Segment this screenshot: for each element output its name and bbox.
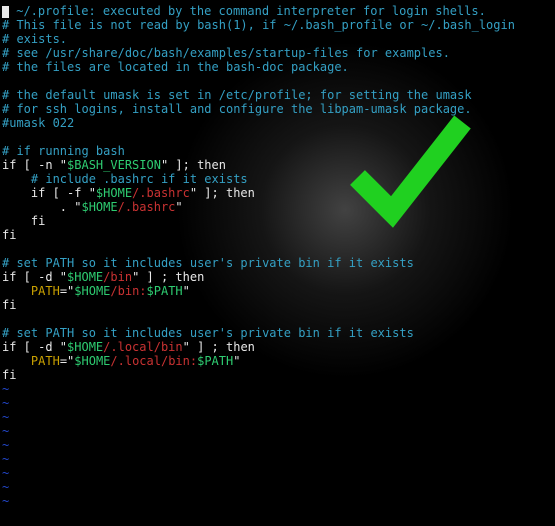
comment-text: # see /usr/share/doc/bash/examples/start… — [2, 46, 450, 60]
vim-tilde: ~ — [2, 410, 9, 424]
comment-text: # exists. — [2, 32, 67, 46]
code-token-str: /.bashrc — [132, 186, 190, 200]
editor-line: PATH="$HOME/.local/bin:$PATH" — [2, 354, 553, 368]
editor-line: ~ — [2, 480, 553, 494]
code-token-plain — [2, 284, 31, 298]
vim-tilde: ~ — [2, 466, 9, 480]
editor-line: ~ — [2, 382, 553, 396]
code-token-str: /bin: — [110, 284, 146, 298]
editor-line: ~ — [2, 396, 553, 410]
code-token-plain: =" — [60, 284, 74, 298]
comment-text: # This file is not read by bash(1), if ~… — [2, 18, 515, 32]
comment-text: #umask 022 — [2, 116, 74, 130]
editor-line: # exists. — [2, 32, 553, 46]
editor-line: ~ — [2, 410, 553, 424]
editor-line: # include .bashrc if it exists — [2, 172, 553, 186]
code-token-var: $HOME — [74, 284, 110, 298]
code-token-plain: if [ -d " — [2, 270, 67, 284]
code-token-plain: if [ -d " — [2, 340, 67, 354]
code-token-plain: " ]; then — [161, 158, 226, 172]
code-token-plain: . " — [2, 200, 81, 214]
code-token-plain: =" — [60, 354, 74, 368]
vim-tilde: ~ — [2, 452, 9, 466]
editor-line: ~/.profile: executed by the command inte… — [2, 4, 553, 18]
code-token-str: /bin — [103, 270, 132, 284]
editor-line: # set PATH so it includes user's private… — [2, 256, 553, 270]
editor-line: ~ — [2, 466, 553, 480]
code-token-var: $PATH — [197, 354, 233, 368]
vim-tilde: ~ — [2, 480, 9, 494]
editor-line: # see /usr/share/doc/bash/examples/start… — [2, 46, 553, 60]
text-cursor — [2, 6, 9, 18]
comment-text: # include .bashrc if it exists — [2, 172, 248, 186]
comment-text: # the files are located in the bash-doc … — [2, 60, 349, 74]
code-token-key: PATH — [31, 354, 60, 368]
editor-line: fi — [2, 228, 553, 242]
editor-line: # the files are located in the bash-doc … — [2, 60, 553, 74]
editor-line: if [ -d "$HOME/.local/bin" ] ; then — [2, 340, 553, 354]
code-token-plain: " — [175, 200, 182, 214]
editor-line: if [ -d "$HOME/bin" ] ; then — [2, 270, 553, 284]
editor-line — [2, 312, 553, 326]
code-token-plain: fi — [2, 228, 16, 242]
editor-line — [2, 74, 553, 88]
editor-line: fi — [2, 214, 553, 228]
code-token-var: $PATH — [147, 284, 183, 298]
code-token-plain: if [ -f " — [2, 186, 96, 200]
comment-text: # set PATH so it includes user's private… — [2, 256, 414, 270]
vim-tilde: ~ — [2, 424, 9, 438]
editor-line: if [ -f "$HOME/.bashrc" ]; then — [2, 186, 553, 200]
code-token-plain: " — [233, 354, 240, 368]
code-token-var: $HOME — [81, 200, 117, 214]
editor-line: ~ — [2, 452, 553, 466]
editor-line: # if running bash — [2, 144, 553, 158]
editor-line: ~ — [2, 424, 553, 438]
comment-text: # set PATH so it includes user's private… — [2, 326, 414, 340]
code-token-plain: fi — [2, 368, 16, 382]
editor-line — [2, 130, 553, 144]
vim-tilde: ~ — [2, 382, 9, 396]
code-token-plain: " — [183, 284, 190, 298]
comment-text: # the default umask is set in /etc/profi… — [2, 88, 472, 102]
code-token-str: /.bashrc — [118, 200, 176, 214]
editor-line: ~ — [2, 438, 553, 452]
code-token-plain: if [ -n " — [2, 158, 67, 172]
code-token-str: /.local/bin: — [110, 354, 197, 368]
code-token-plain: " ] ; then — [132, 270, 204, 284]
comment-text: # for ssh logins, install and configure … — [2, 102, 472, 116]
vim-tilde: ~ — [2, 396, 9, 410]
comment-text: ~/.profile: executed by the command inte… — [9, 4, 486, 18]
editor-line: #umask 022 — [2, 116, 553, 130]
editor-line: . "$HOME/.bashrc" — [2, 200, 553, 214]
code-token-var: $BASH_VERSION — [67, 158, 161, 172]
code-token-plain: fi — [2, 214, 45, 228]
code-token-str: /.local/bin — [103, 340, 182, 354]
code-token-var: $HOME — [74, 354, 110, 368]
vim-tilde: ~ — [2, 438, 9, 452]
comment-text: # if running bash — [2, 144, 125, 158]
terminal-editor[interactable]: ~/.profile: executed by the command inte… — [0, 0, 555, 512]
editor-line: PATH="$HOME/bin:$PATH" — [2, 284, 553, 298]
editor-line: # set PATH so it includes user's private… — [2, 326, 553, 340]
code-token-plain: " ] ; then — [183, 340, 255, 354]
code-token-plain: " ]; then — [190, 186, 255, 200]
code-token-plain — [2, 354, 31, 368]
code-token-key: PATH — [31, 284, 60, 298]
editor-line: # the default umask is set in /etc/profi… — [2, 88, 553, 102]
editor-line: ~ — [2, 494, 553, 508]
editor-line — [2, 242, 553, 256]
editor-line: # for ssh logins, install and configure … — [2, 102, 553, 116]
editor-line: # This file is not read by bash(1), if ~… — [2, 18, 553, 32]
editor-line: if [ -n "$BASH_VERSION" ]; then — [2, 158, 553, 172]
editor-line: fi — [2, 368, 553, 382]
code-token-var: $HOME — [67, 340, 103, 354]
code-token-plain: fi — [2, 298, 16, 312]
vim-tilde: ~ — [2, 494, 9, 508]
code-token-var: $HOME — [67, 270, 103, 284]
editor-line: fi — [2, 298, 553, 312]
code-token-var: $HOME — [96, 186, 132, 200]
